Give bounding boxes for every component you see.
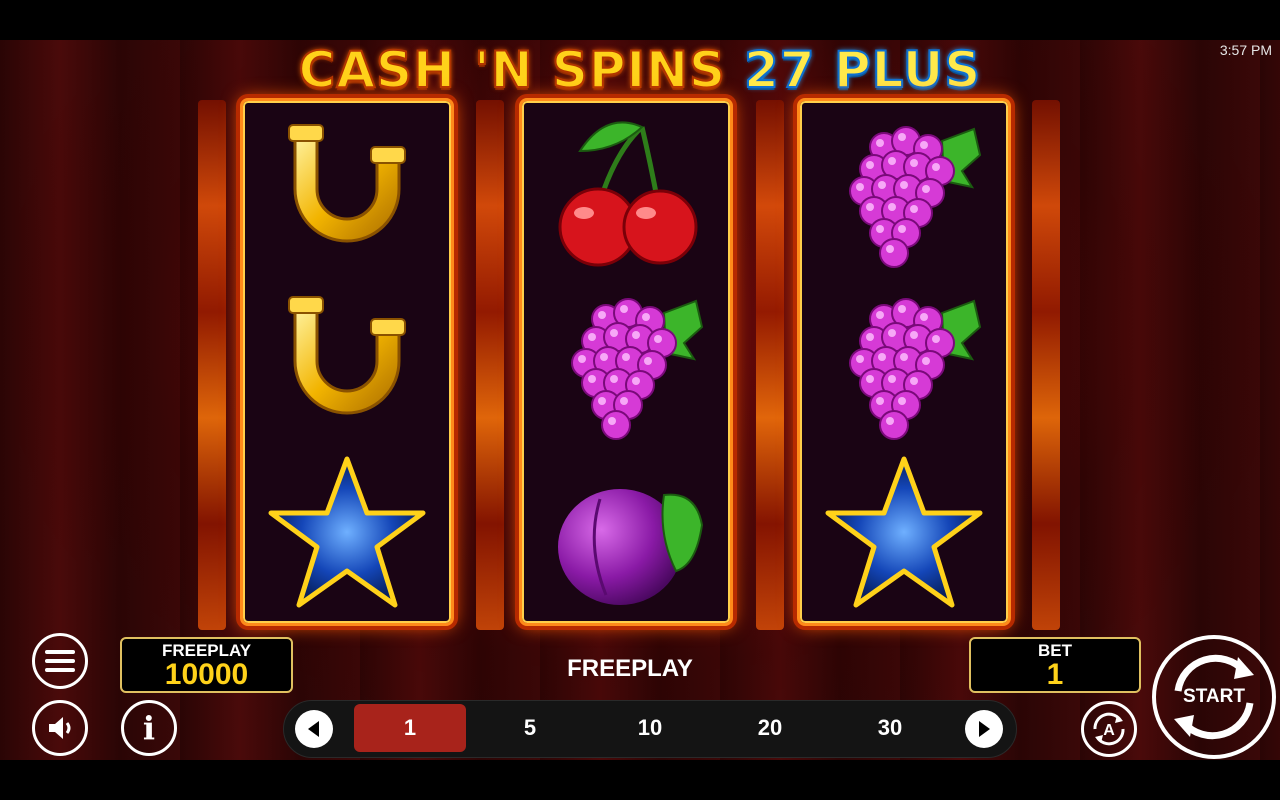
bet-prev-button[interactable] — [295, 710, 333, 748]
bet-option[interactable]: 20 — [714, 704, 826, 752]
reel-3 — [797, 98, 1011, 626]
horseshoe-icon — [288, 296, 406, 415]
game-title: CASH 'N SPINS 27 PLUS — [0, 41, 1280, 99]
mode-label: FREEPLAY — [567, 655, 693, 682]
grapes-icon — [849, 298, 982, 440]
balance-value: 10000 — [164, 658, 249, 691]
bet-option[interactable]: 30 — [834, 704, 946, 752]
flame-pillar — [198, 100, 226, 630]
autoplay-button[interactable]: A — [1081, 701, 1137, 757]
reel-symbol — [522, 105, 730, 277]
bet-next-button[interactable] — [965, 710, 1003, 748]
speaker-icon — [49, 717, 71, 739]
sound-button[interactable] — [32, 700, 88, 756]
reel-1 — [240, 98, 454, 626]
plum-icon — [558, 489, 704, 605]
arrow-left-icon — [308, 721, 319, 737]
start-button[interactable]: START — [1152, 635, 1276, 759]
grapes-icon — [849, 126, 982, 268]
hamburger-icon — [45, 650, 75, 672]
reel-symbol — [243, 105, 451, 277]
blue-star-icon — [268, 456, 426, 608]
title-part-2: 27 PLUS — [743, 41, 982, 99]
reel-symbol — [243, 449, 451, 621]
bet-option[interactable]: 1 — [354, 704, 466, 752]
reel-symbol — [800, 105, 1008, 277]
title-part-1: CASH 'N SPINS — [298, 41, 726, 99]
arrow-right-icon — [979, 721, 990, 737]
flame-pillar — [476, 100, 504, 630]
horseshoe-icon — [288, 124, 406, 243]
reel-symbol — [800, 277, 1008, 449]
flame-pillar — [756, 100, 784, 630]
reel-symbol — [243, 277, 451, 449]
cherry-icon — [558, 121, 698, 267]
reel-symbol — [522, 449, 730, 621]
autoplay-letter: A — [1103, 722, 1115, 739]
blue-star-icon — [825, 456, 983, 608]
reel-symbol — [522, 277, 730, 449]
flame-pillar — [1032, 100, 1060, 630]
bet-panel: BET 1 — [969, 637, 1141, 693]
autoplay-icon: A — [1093, 712, 1125, 746]
grapes-icon — [571, 298, 704, 440]
info-button[interactable]: i — [121, 700, 177, 756]
menu-button[interactable] — [32, 633, 88, 689]
bet-option[interactable]: 10 — [594, 704, 706, 752]
reel-2 — [519, 98, 733, 626]
bet-value: 1 — [1046, 658, 1064, 691]
info-icon: i — [142, 709, 156, 747]
reel-symbol — [800, 449, 1008, 621]
balance-panel: FREEPLAY 10000 — [120, 637, 293, 693]
bet-option[interactable]: 5 — [474, 704, 586, 752]
start-label: START — [1183, 686, 1245, 707]
